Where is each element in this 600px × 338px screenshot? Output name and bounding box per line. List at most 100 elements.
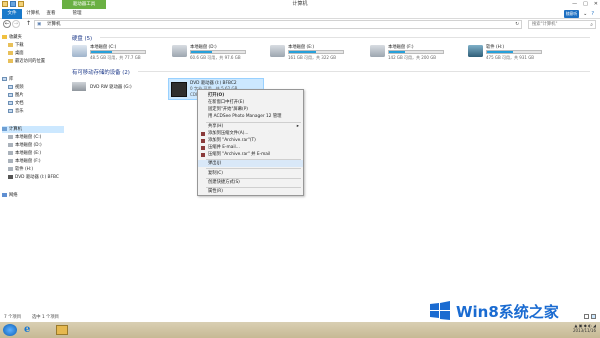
menu-label: 创建快捷方式(S) [208,180,240,185]
menu-add-archive-rar[interactable]: 添加到 "Archive.rar"(T) [198,137,303,144]
tab-manage[interactable]: 管理 [70,9,84,19]
menu-acdsee[interactable]: 用 ACDSee Photo Manager 12 管理 [198,113,303,120]
forward-button[interactable]: → [12,20,20,28]
nav-label: 下载 [15,43,24,48]
nav-drive-d[interactable]: 本地磁盘 (D:) [8,142,42,149]
library-icon [8,108,13,113]
menu-compress-email[interactable]: 压缩并 E-mail... [198,144,303,151]
nav-drive-e[interactable]: 本地磁盘 (E:) [8,150,41,157]
menu-open-new-window[interactable]: 在新窗口中打开(E) [198,99,303,106]
nav-pictures[interactable]: 图片 [8,92,24,99]
up-arrow-icon[interactable]: ↑ [26,20,31,27]
drive-f[interactable]: 本地磁盘 (F:) 142 GB 可用，共 200 GB [370,42,446,64]
tab-view[interactable]: 查看 [46,9,56,19]
submenu-arrow-icon: ▸ [296,124,299,129]
dvd-rw-drive[interactable]: DVD RW 驱动器 (G:) [72,80,148,94]
nav-recent[interactable]: 最近访问的位置 [8,58,45,65]
back-button[interactable]: ← [3,20,11,28]
nav-music[interactable]: 音乐 [8,108,24,115]
internet-explorer-icon[interactable]: e [24,324,36,336]
ribbon-tabs: 文件 计算机 查看 管理 随意听 ⌄ ? [0,9,600,19]
app-badge[interactable]: 随意听 [563,10,580,18]
menu-open[interactable]: 打开(O) [198,92,303,99]
nav-drive-c[interactable]: 本地磁盘 (C:) [8,134,41,141]
nav-documents[interactable]: 文档 [8,100,24,107]
menu-eject[interactable]: 弹出(J) [198,160,303,167]
menu-label: 共享(H) [208,124,224,129]
computer-icon [2,126,7,131]
nav-computer[interactable]: 计算机 [2,126,64,133]
nav-label: 收藏夹 [9,35,22,40]
menu-label: 在新窗口中打开(E) [208,100,245,105]
nav-drive-i[interactable]: DVD 驱动器 (I:) BFBC [8,174,59,181]
search-icon[interactable]: ⌕ [590,21,593,29]
drive-tools-tab[interactable]: 驱动器工具 [62,0,106,9]
search-input[interactable]: 搜索"计算机" ⌕ [528,20,596,29]
clock[interactable]: 2013/11/16 [573,328,596,333]
hard-disks-header[interactable]: 硬盘 (5) [72,34,92,42]
drive-usage-fill [487,51,514,53]
tab-computer[interactable]: 计算机 [26,9,40,19]
menu-label: 属性(R) [208,189,223,194]
address-field[interactable]: ▣ 计算机 ↻ [34,20,522,29]
menu-share[interactable]: 共享(H) ▸ [198,123,303,130]
address-path: 计算机 [47,22,61,27]
winrar-icon [201,131,205,136]
network-icon [2,192,7,197]
nav-drive-h[interactable]: 软件 (H:) [8,166,33,173]
close-button[interactable]: ✕ [594,1,598,7]
drive-d[interactable]: 本地磁盘 (D:) 60.6 GB 可用，共 97.6 GB [172,42,248,64]
tab-file[interactable]: 文件 [2,9,22,19]
minimize-button[interactable]: — [572,1,577,7]
removable-devices-header[interactable]: 有可移动存储的设备 (2) [72,68,130,76]
drive-c[interactable]: 本地磁盘 (C:) 48.5 GB 可用，共 77.7 GB [72,42,148,64]
nav-label: 本地磁盘 (D:) [15,143,42,148]
dvd-icon [8,174,13,179]
library-icon [8,84,13,89]
nav-favorites[interactable]: 收藏夹 [2,34,22,41]
refresh-icon[interactable]: ↻ [515,21,519,29]
menu-label: 固定到"开始"屏幕(P) [208,107,248,112]
nav-label: 计算机 [9,127,22,132]
maximize-button[interactable]: □ [583,1,588,7]
menu-label: 打开(O) [208,93,225,98]
drive-free-space: 60.6 GB 可用，共 97.6 GB [190,55,241,60]
nav-label: 网络 [9,193,18,198]
group-divider [100,37,590,38]
drive-e[interactable]: 本地磁盘 (E:) 161 GB 可用，共 322 GB [270,42,346,64]
library-icon [8,100,13,105]
start-button[interactable] [3,324,17,336]
library-icon [2,76,7,81]
hard-drive-icon [370,45,385,57]
menu-label: 压缩到 "Archive.rar" 并 E-mail [208,152,271,157]
menu-add-archive[interactable]: 添加到压缩文件(A)... [198,130,303,137]
menu-create-shortcut[interactable]: 创建快捷方式(S) [198,179,303,186]
nav-network[interactable]: 网络 [2,192,18,199]
drive-h[interactable]: 软件 (H:) 475 GB 可用，共 931 GB [468,42,544,64]
nav-label: 本地磁盘 (E:) [15,151,42,156]
nav-libraries[interactable]: 库 [2,76,13,83]
menu-pin-start[interactable]: 固定到"开始"屏幕(P) [198,106,303,113]
selection-count: 选中 1 个项目 [32,315,59,320]
nav-drive-f[interactable]: 本地磁盘 (F:) [8,158,41,165]
expand-ribbon-icon[interactable]: ⌄ [583,11,587,17]
file-explorer-icon[interactable] [56,325,68,335]
drive-name: DVD RW 驱动器 (G:) [90,85,132,90]
menu-copy[interactable]: 复制(C) [198,170,303,177]
nav-label: 桌面 [15,51,24,56]
drive-usage-bar [388,50,444,54]
nav-downloads[interactable]: 下载 [8,42,24,49]
menu-label: 复制(C) [208,171,223,176]
nav-videos[interactable]: 视频 [8,84,24,91]
nav-desktop[interactable]: 桌面 [8,50,24,57]
help-icon[interactable]: ? [591,11,594,17]
library-icon [8,92,13,97]
drive-free-space: 475 GB 可用，共 931 GB [486,55,535,60]
nav-label: 音乐 [15,109,24,114]
menu-compress-rar-email[interactable]: 压缩到 "Archive.rar" 并 E-mail [198,151,303,158]
site-watermark: Win8系统之家 [428,300,600,322]
drive-free-space: 142 GB 可用，共 200 GB [388,55,437,60]
drive-usage-fill [191,51,212,53]
winrar-icon [201,138,205,143]
menu-properties[interactable]: 属性(R) [198,188,303,195]
